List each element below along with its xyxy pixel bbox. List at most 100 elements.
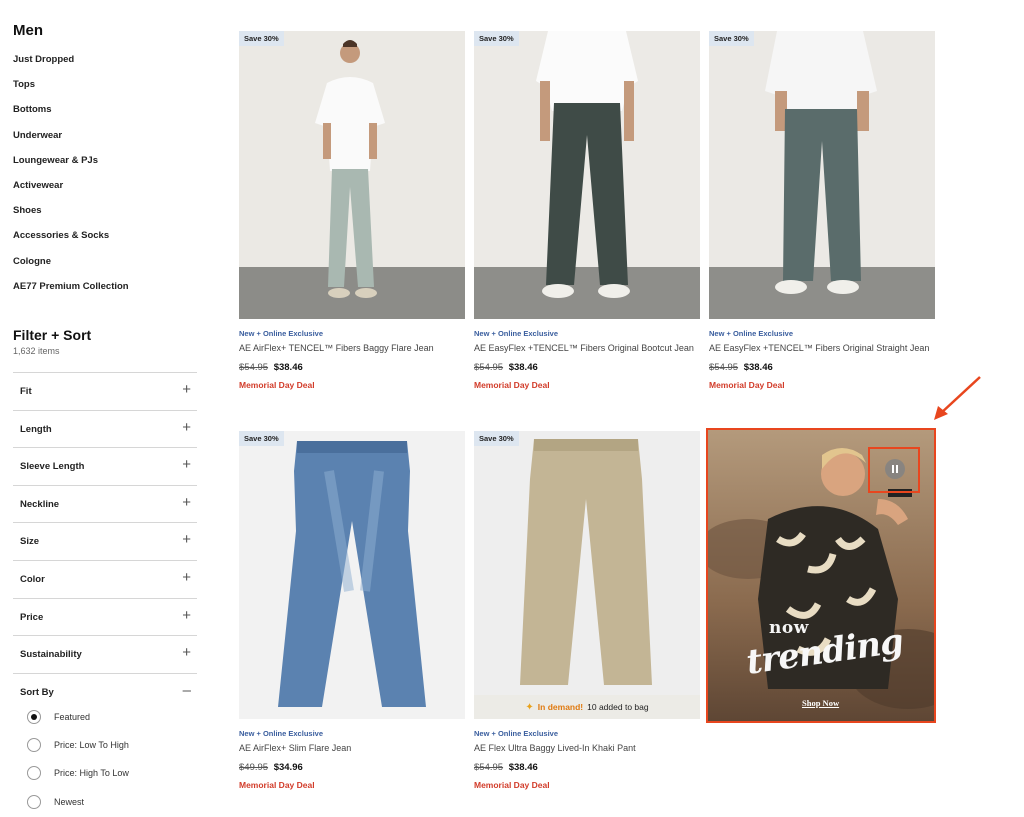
discount-badge: Save 30%	[474, 431, 519, 446]
category-link[interactable]: Underwear	[13, 130, 129, 155]
annotation-arrow-icon	[934, 376, 981, 420]
product-card[interactable]: Save 30% ✦ In demand! 10 added to bag Ne…	[474, 431, 700, 790]
plus-icon: +	[182, 381, 191, 398]
plus-icon: +	[182, 568, 191, 586]
deal-label: Memorial Day Deal	[474, 780, 550, 790]
filter-sustainability[interactable]: Sustainability +	[13, 635, 197, 673]
sale-price: $38.46	[508, 762, 538, 773]
product-photo	[709, 31, 935, 319]
product-prices: $54.95 $38.46	[709, 362, 935, 373]
original-price: $54.95	[239, 362, 269, 373]
sort-option-label: Newest	[54, 796, 85, 807]
original-price: $54.95	[709, 362, 739, 373]
product-prices: $54.95 $38.46	[474, 362, 700, 373]
filter-fit[interactable]: Fit +	[13, 372, 197, 410]
category-title: Men	[13, 22, 43, 39]
discount-badge: Save 30%	[474, 31, 519, 46]
filter-label: Fit	[20, 386, 32, 397]
product-tag: New + Online Exclusive	[239, 729, 323, 738]
plus-icon: +	[182, 493, 191, 511]
product-name[interactable]: AE AirFlex+ TENCEL™ Fibers Baggy Flare J…	[239, 343, 465, 353]
product-card[interactable]: Save 30% New + Online Exclusive AE AirFl…	[239, 431, 465, 790]
shop-now-link[interactable]: Shop Now	[802, 698, 839, 708]
discount-badge: Save 30%	[239, 431, 284, 446]
sort-option-label: Price: High To Low	[54, 768, 129, 779]
discount-badge: Save 30%	[709, 31, 754, 46]
product-name[interactable]: AE Flex Ultra Baggy Lived-In Khaki Pant	[474, 743, 700, 753]
product-prices: $49.95 $34.96	[239, 762, 465, 773]
deal-label: Memorial Day Deal	[239, 780, 315, 790]
product-tag: New + Online Exclusive	[709, 329, 793, 338]
sort-option-price-low-high[interactable]: Price: Low To High	[27, 737, 129, 765]
deal-label: Memorial Day Deal	[474, 380, 550, 390]
filter-size[interactable]: Size +	[13, 522, 197, 560]
product-image[interactable]: Save 30%	[474, 31, 700, 319]
category-link[interactable]: Activewear	[13, 180, 129, 205]
filter-label: Length	[20, 423, 52, 435]
minus-icon: –	[182, 681, 191, 699]
category-link[interactable]: Accessories & Socks	[13, 230, 129, 255]
filter-color[interactable]: Color +	[13, 559, 197, 598]
filter-list: Fit + Length + Sleeve Length + Neckline …	[13, 372, 197, 710]
product-name[interactable]: AE AirFlex+ Slim Flare Jean	[239, 743, 465, 753]
sale-price: $34.96	[273, 762, 303, 773]
in-demand-banner: ✦ In demand! 10 added to bag	[474, 695, 700, 719]
product-card[interactable]: Save 30% New + Online Exclusive AE EasyF…	[709, 31, 935, 390]
product-card[interactable]: Save 30% New + Online Exclusive AE EasyF…	[474, 31, 700, 390]
product-image[interactable]: Save 30% ✦ In demand! 10 added to bag	[474, 431, 700, 719]
sale-price: $38.46	[508, 362, 538, 373]
plus-icon: +	[182, 606, 191, 624]
plus-icon: +	[182, 456, 191, 474]
original-price: $54.95	[474, 762, 504, 773]
category-link[interactable]: Cologne	[13, 256, 129, 281]
category-link[interactable]: Shoes	[13, 205, 129, 230]
original-price: $49.95	[239, 762, 269, 773]
sort-option-price-high-low[interactable]: Price: High To Low	[27, 765, 129, 793]
sparkle-icon: ✦	[525, 701, 534, 713]
sort-options: Featured Price: Low To High Price: High …	[27, 709, 129, 817]
product-photo	[239, 431, 465, 719]
product-image[interactable]: Save 30%	[239, 431, 465, 719]
filter-label: Sustainability	[20, 649, 82, 661]
plus-icon: +	[182, 644, 191, 662]
filter-sort-by[interactable]: Sort By –	[13, 672, 197, 711]
original-price: $54.95	[474, 362, 504, 373]
plus-icon: +	[182, 531, 191, 549]
product-name[interactable]: AE EasyFlex +TENCEL™ Fibers Original Str…	[709, 343, 935, 353]
product-card[interactable]: Save 30% New + Online Exclusive AE AirFl…	[239, 31, 465, 390]
sale-price: $38.46	[273, 362, 303, 373]
filter-neckline[interactable]: Neckline +	[13, 484, 197, 523]
sort-option-label: Featured	[54, 712, 91, 722]
filter-label: Size	[20, 536, 40, 548]
deal-label: Memorial Day Deal	[239, 380, 315, 390]
product-tag: New + Online Exclusive	[474, 729, 558, 738]
sort-option-newest[interactable]: Newest	[27, 794, 129, 817]
category-list: Just Dropped Tops Bottoms Underwear Loun…	[13, 54, 129, 306]
filter-label: Sleeve Length	[20, 461, 85, 473]
product-image[interactable]: Save 30%	[239, 31, 465, 319]
category-link[interactable]: Tops	[13, 79, 129, 104]
category-link[interactable]: Bottoms	[13, 104, 129, 129]
filter-length[interactable]: Length +	[13, 409, 197, 448]
deal-label: Memorial Day Deal	[709, 380, 785, 390]
product-photo	[239, 31, 465, 319]
radio-icon[interactable]	[27, 766, 41, 781]
filter-label: Neckline	[20, 498, 60, 510]
filter-label: Sort By	[20, 686, 54, 698]
plus-icon: +	[182, 418, 191, 436]
highlight-box-pause	[868, 447, 920, 493]
radio-icon[interactable]	[27, 738, 41, 753]
product-tag: New + Online Exclusive	[474, 329, 558, 338]
radio-icon[interactable]	[27, 794, 41, 809]
radio-selected-icon[interactable]	[27, 710, 41, 724]
filter-price[interactable]: Price +	[13, 597, 197, 636]
filter-label: Color	[20, 573, 45, 585]
product-name[interactable]: AE EasyFlex +TENCEL™ Fibers Original Boo…	[474, 343, 700, 353]
sort-option-featured[interactable]: Featured	[27, 709, 129, 737]
category-link[interactable]: Loungewear & PJs	[13, 155, 129, 180]
category-link[interactable]: AE77 Premium Collection	[13, 281, 129, 306]
filter-sleeve-length[interactable]: Sleeve Length +	[13, 447, 197, 485]
product-image[interactable]: Save 30%	[709, 31, 935, 319]
item-count: 1,632 items	[13, 346, 60, 356]
category-link[interactable]: Just Dropped	[13, 54, 129, 79]
